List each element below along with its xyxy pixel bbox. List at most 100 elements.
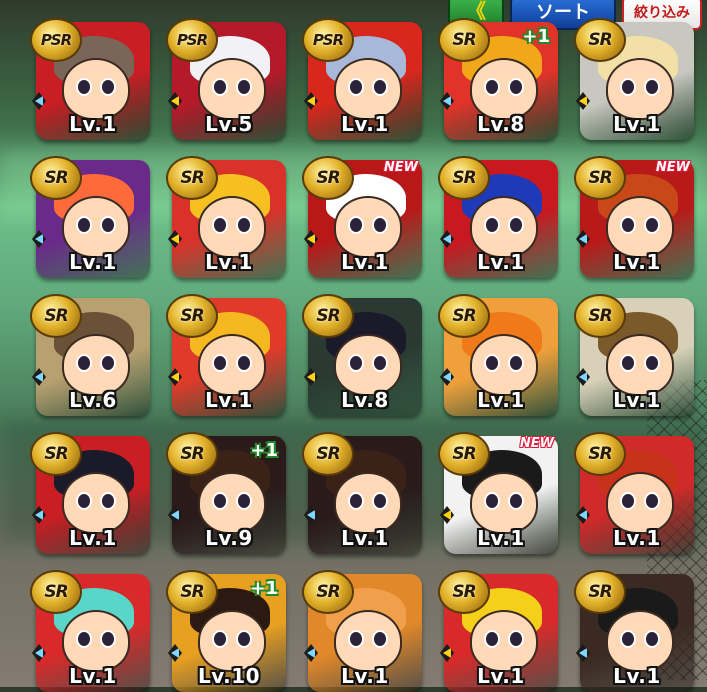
character-card[interactable]: SR Lv.1 — [574, 432, 694, 554]
character-eye — [508, 492, 524, 510]
rarity-badge: SR — [166, 570, 218, 614]
character-eye — [508, 630, 524, 648]
level-label: Lv.8 — [477, 112, 525, 136]
character-card[interactable]: SR NEW Lv.1 — [574, 156, 694, 278]
character-card[interactable]: SR Lv.1 — [302, 570, 422, 692]
character-eye — [212, 630, 228, 648]
rarity-badge: SR — [438, 432, 490, 476]
character-face — [334, 196, 402, 258]
character-eye — [620, 354, 636, 372]
character-card[interactable]: SR Lv.1 — [574, 294, 694, 416]
character-card[interactable]: SR Lv.1 — [438, 294, 558, 416]
character-face — [334, 58, 402, 120]
character-card[interactable]: SR Lv.1 — [166, 294, 286, 416]
character-eye — [620, 492, 636, 510]
level-label: Lv.1 — [69, 112, 117, 136]
level-label: Lv.9 — [205, 526, 253, 550]
rarity-badge: SR — [302, 156, 354, 200]
character-face — [62, 58, 130, 120]
rarity-badge: SR — [302, 294, 354, 338]
level-label: Lv.1 — [613, 664, 661, 688]
level-label: Lv.1 — [477, 526, 525, 550]
rarity-badge: SR — [30, 156, 82, 200]
character-face — [198, 58, 266, 120]
character-eye — [508, 354, 524, 372]
level-label: Lv.1 — [205, 388, 253, 412]
level-label: Lv.1 — [477, 664, 525, 688]
character-eye — [484, 492, 500, 510]
character-face — [606, 58, 674, 120]
rarity-badge: SR — [574, 570, 626, 614]
character-card[interactable]: PSR Lv.1 — [30, 18, 150, 140]
level-label: Lv.5 — [205, 112, 253, 136]
character-card[interactable]: SR Lv.1 — [30, 570, 150, 692]
character-card[interactable]: SR Lv.1 — [302, 432, 422, 554]
level-label: Lv.1 — [477, 250, 525, 274]
character-card[interactable]: SR +1 Lv.10 — [166, 570, 286, 692]
character-eye — [484, 354, 500, 372]
character-card[interactable]: SR Lv.1 — [438, 570, 558, 692]
character-face — [470, 196, 538, 258]
character-eye — [236, 492, 252, 510]
character-face — [470, 472, 538, 534]
character-card[interactable]: SR Lv.1 — [438, 156, 558, 278]
level-label: Lv.1 — [341, 250, 389, 274]
character-eye — [76, 354, 92, 372]
character-eye — [372, 354, 388, 372]
character-face — [470, 334, 538, 396]
character-card[interactable]: PSR Lv.1 — [302, 18, 422, 140]
character-card[interactable]: PSR Lv.5 — [166, 18, 286, 140]
level-label: Lv.1 — [341, 112, 389, 136]
character-face — [606, 472, 674, 534]
character-card[interactable]: SR NEW Lv.1 — [302, 156, 422, 278]
level-label: Lv.8 — [341, 388, 389, 412]
bonus-tag: +1 — [522, 26, 550, 47]
character-eye — [484, 78, 500, 96]
character-face — [334, 610, 402, 672]
character-card[interactable]: SR +1 Lv.8 — [438, 18, 558, 140]
character-eye — [372, 78, 388, 96]
level-label: Lv.1 — [205, 250, 253, 274]
character-card[interactable]: SR Lv.6 — [30, 294, 150, 416]
level-label: Lv.1 — [69, 250, 117, 274]
level-label: Lv.10 — [197, 664, 261, 688]
character-eye — [348, 216, 364, 234]
rarity-badge: SR — [574, 294, 626, 338]
character-eye — [620, 630, 636, 648]
rarity-badge: SR — [302, 432, 354, 476]
rarity-badge: SR — [438, 294, 490, 338]
character-eye — [236, 354, 252, 372]
character-face — [198, 610, 266, 672]
character-card[interactable]: SR +1 Lv.9 — [166, 432, 286, 554]
character-card[interactable]: SR Lv.1 — [574, 18, 694, 140]
character-eye — [644, 492, 660, 510]
character-eye — [620, 78, 636, 96]
new-tag: NEW — [383, 160, 418, 175]
character-card[interactable]: SR Lv.8 — [302, 294, 422, 416]
character-eye — [348, 354, 364, 372]
character-eye — [484, 216, 500, 234]
character-face — [198, 334, 266, 396]
rarity-badge: SR — [30, 432, 82, 476]
character-eye — [348, 78, 364, 96]
character-card[interactable]: SR NEW Lv.1 — [438, 432, 558, 554]
character-card[interactable]: SR Lv.1 — [30, 432, 150, 554]
character-card[interactable]: SR Lv.1 — [574, 570, 694, 692]
character-face — [470, 58, 538, 120]
character-eye — [100, 78, 116, 96]
rarity-badge: SR — [574, 432, 626, 476]
rarity-badge: PSR — [302, 18, 354, 62]
character-eye — [76, 78, 92, 96]
character-eye — [508, 216, 524, 234]
character-card[interactable]: SR Lv.1 — [166, 156, 286, 278]
level-label: Lv.6 — [69, 388, 117, 412]
character-face — [606, 196, 674, 258]
character-eye — [100, 630, 116, 648]
rarity-badge: SR — [438, 570, 490, 614]
character-eye — [644, 354, 660, 372]
character-face — [62, 472, 130, 534]
character-eye — [212, 78, 228, 96]
character-card[interactable]: SR Lv.1 — [30, 156, 150, 278]
character-eye — [372, 492, 388, 510]
rarity-badge: SR — [302, 570, 354, 614]
